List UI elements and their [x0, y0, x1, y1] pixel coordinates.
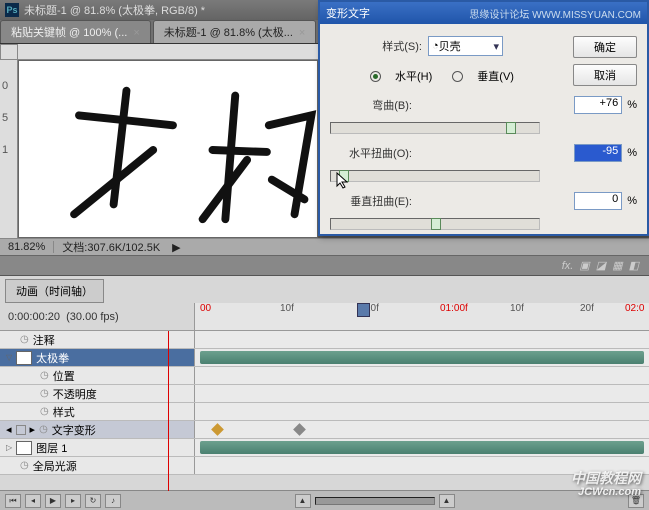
hdistort-label: 水平扭曲(O):: [330, 145, 412, 161]
next-key-icon[interactable]: ▸: [30, 423, 36, 436]
timeline-tab[interactable]: 动画（时间轴）: [5, 279, 104, 303]
calligraphy-artwork: [19, 61, 317, 237]
chevron-right-icon[interactable]: ▶: [172, 241, 180, 254]
doc-info[interactable]: 文档:307.6K/102.5K: [54, 239, 168, 255]
vertical-radio[interactable]: [452, 71, 463, 82]
stopwatch-icon[interactable]: ◷: [40, 370, 49, 381]
stopwatch-icon[interactable]: ◷: [40, 406, 49, 417]
tool-icon[interactable]: ▣: [579, 259, 589, 272]
watermark-text: 思缘设计论坛 WWW.MISSYUAN.COM: [469, 6, 641, 21]
playhead[interactable]: [168, 331, 169, 491]
chevron-down-icon: ▾: [493, 40, 499, 53]
next-frame-button[interactable]: ▸: [65, 494, 81, 508]
tool-icon[interactable]: ◪: [596, 259, 606, 272]
global-light-row[interactable]: 全局光源: [33, 458, 77, 474]
watermark: 中国教程网 JCWcn.com: [571, 471, 641, 498]
keyframe-icon[interactable]: [211, 423, 224, 436]
twirl-right-icon[interactable]: ▷: [6, 443, 12, 452]
warp-text-dialog: 变形文字 思缘设计论坛 WWW.MISSYUAN.COM 确定 取消 样式(S)…: [318, 0, 649, 236]
layer-thumb: T: [16, 351, 32, 365]
play-button[interactable]: ▶: [45, 494, 61, 508]
cancel-button[interactable]: 取消: [573, 64, 637, 86]
dialog-title-text: 变形文字: [326, 5, 370, 21]
app-title: 未标题-1 @ 81.8% (太极拳, RGB/8) *: [24, 2, 205, 18]
document-tab[interactable]: 粘贴关键帧 @ 100% (...×: [0, 20, 151, 43]
timeline-controls: ⏮ ◂ ▶ ▸ ↻ ♪ ▲ ▲ 🗑: [0, 490, 649, 510]
dialog-titlebar[interactable]: 变形文字 思缘设计论坛 WWW.MISSYUAN.COM: [320, 2, 647, 24]
vdistort-slider[interactable]: [330, 218, 540, 230]
ruler-horizontal[interactable]: [18, 44, 319, 60]
position-row[interactable]: 位置: [53, 368, 75, 384]
time-ruler[interactable]: 00 10f 20f 01:00f 10f 20f 02:0: [195, 303, 649, 330]
zoom-slider[interactable]: [315, 497, 435, 505]
canvas[interactable]: [18, 60, 318, 238]
stopwatch-icon[interactable]: ◷: [39, 424, 48, 435]
stopwatch-icon[interactable]: ◷: [20, 460, 29, 471]
timeline-panel: 动画（时间轴） 0:00:00:20 (30.00 fps) 00 10f 20…: [0, 276, 649, 510]
hdistort-slider[interactable]: [330, 170, 540, 182]
layer-name[interactable]: 太极拳: [36, 350, 69, 366]
warp-style-dropdown[interactable]: ◔ 贝壳 ▾: [428, 36, 503, 56]
stopwatch-icon[interactable]: ◷: [40, 388, 49, 399]
bend-label: 弯曲(B):: [330, 97, 412, 113]
keyframe-icon[interactable]: [293, 423, 306, 436]
layer-duration-bar[interactable]: [200, 441, 644, 454]
hdistort-input[interactable]: -95: [574, 144, 622, 162]
bend-slider[interactable]: [330, 122, 540, 134]
ruler-origin[interactable]: [0, 44, 18, 60]
style-row[interactable]: 样式: [53, 404, 75, 420]
fps-display: (30.00 fps): [66, 311, 119, 323]
opacity-row[interactable]: 不透明度: [53, 386, 97, 402]
loop-button[interactable]: ↻: [85, 494, 101, 508]
ok-button[interactable]: 确定: [573, 36, 637, 58]
text-warp-row[interactable]: 文字变形: [52, 422, 96, 438]
vdistort-label: 垂直扭曲(E):: [330, 193, 412, 209]
close-icon[interactable]: ×: [299, 27, 305, 39]
ruler-vertical[interactable]: 051: [0, 60, 18, 238]
layer-duration-bar[interactable]: [200, 351, 644, 364]
horizontal-radio[interactable]: [370, 71, 381, 82]
comments-row[interactable]: 注释: [33, 332, 55, 348]
app-icon: Ps: [5, 3, 19, 17]
shell-icon: ◔: [432, 40, 439, 52]
playhead-handle[interactable]: [357, 303, 370, 317]
fx-icon[interactable]: fx.: [562, 260, 574, 272]
audio-button[interactable]: ♪: [105, 494, 121, 508]
document-tab[interactable]: 未标题-1 @ 81.8% (太极...×: [153, 20, 317, 43]
twirl-down-icon[interactable]: ▽: [6, 353, 12, 362]
timecode[interactable]: 0:00:00:20: [8, 311, 60, 323]
tool-icon[interactable]: ◧: [629, 259, 639, 272]
stopwatch-icon[interactable]: ◷: [20, 334, 29, 345]
layer-name[interactable]: 图层 1: [36, 440, 67, 456]
options-bar: fx. ▣ ◪ ▦ ◧: [0, 256, 649, 276]
zoom-in-button[interactable]: ▲: [439, 494, 455, 508]
add-key-icon[interactable]: [16, 425, 26, 435]
zoom-out-button[interactable]: ▲: [295, 494, 311, 508]
zoom-level[interactable]: 81.82%: [0, 241, 54, 253]
tool-icon[interactable]: ▦: [612, 259, 622, 272]
rewind-button[interactable]: ⏮: [5, 494, 21, 508]
bend-input[interactable]: +76: [574, 96, 622, 114]
style-label: 样式(S):: [340, 38, 422, 54]
prev-frame-button[interactable]: ◂: [25, 494, 41, 508]
prev-key-icon[interactable]: ◂: [6, 423, 12, 436]
layer-thumb: [16, 441, 32, 455]
close-icon[interactable]: ×: [133, 27, 139, 39]
vdistort-input[interactable]: 0: [574, 192, 622, 210]
